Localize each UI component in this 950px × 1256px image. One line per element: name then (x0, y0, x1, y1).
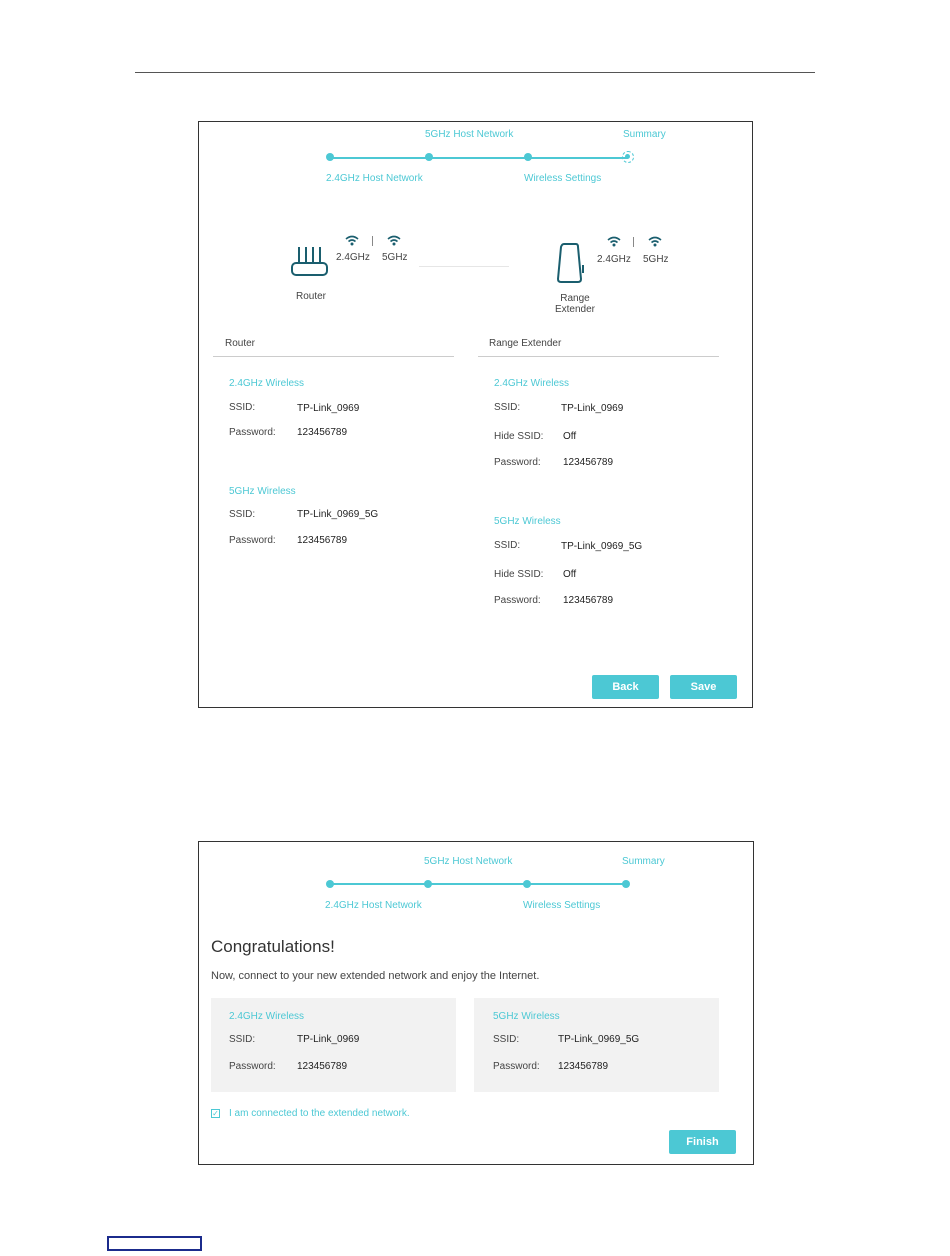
range-extender-icon (556, 243, 584, 283)
router-5-ssid: TP-Link_0969_5G (297, 509, 379, 520)
extender-5-password: 123456789 (563, 595, 614, 606)
router-5-ssid-label: SSID: (229, 509, 256, 520)
wireless-24-card: 2.4GHz Wireless SSID: TP-Link_0969 Passw… (211, 998, 456, 1092)
router-5-password: 123456789 (297, 535, 348, 546)
router-band-24: 2.4GHz (336, 252, 370, 263)
step-label-host5: 5GHz Host Network (424, 856, 513, 867)
step-dot-host24 (326, 880, 334, 888)
step-label-host24: 2.4GHz Host Network (326, 173, 423, 184)
card-5-password-label: Password: (493, 1061, 540, 1072)
router-label: Router (296, 291, 327, 302)
step-dot-wireless (524, 153, 532, 161)
router-section-heading: Router (225, 338, 256, 349)
step-dot-summary-current (622, 151, 634, 163)
footer-box (107, 1236, 202, 1251)
connection-line (419, 266, 509, 267)
router-24-ssid-label: SSID: (229, 402, 256, 413)
extender-24-ssid: TP-Link_0969 (561, 403, 624, 414)
card-5-ssid-label: SSID: (493, 1034, 520, 1045)
extender-5-ssid-label: SSID: (494, 540, 521, 551)
extender-5-hide-ssid: Off (563, 569, 577, 580)
step-label-wireless: Wireless Settings (523, 900, 601, 911)
card-24-password: 123456789 (297, 1061, 348, 1072)
extender-label-line2: Extender (554, 304, 596, 315)
band-divider (633, 237, 634, 247)
congratulations-title: Congratulations! (211, 937, 335, 956)
extender-24-password: 123456789 (563, 457, 614, 468)
extender-section-rule (478, 356, 719, 357)
extender-5-hide-ssid-label: Hide SSID: (494, 569, 544, 580)
step-label-wireless: Wireless Settings (524, 173, 602, 184)
stepper-track (330, 883, 627, 885)
step-dot-host5 (425, 153, 433, 161)
card-5-title: 5GHz Wireless (493, 1011, 560, 1022)
congratulations-subtitle: Now, connect to your new extended networ… (211, 970, 540, 982)
wifi-5-icon (648, 236, 662, 247)
connected-checkbox[interactable]: ✓ (211, 1109, 220, 1118)
card-24-password-label: Password: (229, 1061, 276, 1072)
extender-24-hide-ssid: Off (563, 431, 577, 442)
wifi-24-icon (345, 235, 359, 246)
router-band-5: 5GHz (382, 252, 408, 263)
finish-button[interactable]: Finish (669, 1130, 736, 1154)
wifi-5-icon (387, 235, 401, 246)
extender-5-ssid: TP-Link_0969_5G (561, 541, 643, 552)
router-5-title: 5GHz Wireless (229, 486, 296, 497)
stepper-track (330, 157, 628, 159)
extender-5-title: 5GHz Wireless (494, 516, 561, 527)
extender-section-heading: Range Extender (489, 338, 562, 349)
extender-band-5: 5GHz (643, 254, 669, 265)
extender-24-hide-ssid-label: Hide SSID: (494, 431, 544, 442)
router-5-password-label: Password: (229, 535, 276, 546)
finish-panel: 5GHz Host Network Summary 2.4GHz Host Ne… (198, 841, 754, 1165)
connected-checkbox-label[interactable]: I am connected to the extended network. (229, 1108, 410, 1119)
router-icon (291, 247, 328, 276)
router-24-ssid: TP-Link_0969 (297, 403, 360, 414)
extender-24-ssid-label: SSID: (494, 402, 521, 413)
extender-24-password-label: Password: (494, 457, 541, 468)
router-24-password: 123456789 (297, 427, 348, 438)
step-label-summary: Summary (623, 129, 666, 140)
card-24-title: 2.4GHz Wireless (229, 1011, 305, 1022)
extender-5-password-label: Password: (494, 595, 541, 606)
card-5-password: 123456789 (558, 1061, 609, 1072)
router-24-password-label: Password: (229, 427, 276, 438)
summary-panel: 5GHz Host Network Summary 2.4GHz Host Ne… (198, 121, 753, 708)
top-rule (135, 72, 815, 73)
extender-24-title: 2.4GHz Wireless (494, 378, 570, 389)
step-dot-host5 (424, 880, 432, 888)
router-24-title: 2.4GHz Wireless (229, 378, 305, 389)
step-dot-host24 (326, 153, 334, 161)
step-dot-wireless (523, 880, 531, 888)
save-button[interactable]: Save (670, 675, 737, 699)
step-label-host5: 5GHz Host Network (425, 129, 514, 140)
card-5-ssid: TP-Link_0969_5G (558, 1034, 640, 1045)
wireless-5-card: 5GHz Wireless SSID: TP-Link_0969_5G Pass… (474, 998, 719, 1092)
step-label-summary: Summary (622, 856, 665, 867)
extender-band-24: 2.4GHz (597, 254, 631, 265)
router-section-rule (213, 356, 454, 357)
step-label-host24: 2.4GHz Host Network (325, 900, 422, 911)
extender-label-line1: Range (560, 293, 590, 304)
band-divider (372, 236, 373, 246)
card-24-ssid-label: SSID: (229, 1034, 256, 1045)
step-dot-summary (622, 880, 630, 888)
card-24-ssid: TP-Link_0969 (297, 1034, 360, 1045)
wifi-24-icon (607, 236, 621, 247)
back-button[interactable]: Back (592, 675, 659, 699)
